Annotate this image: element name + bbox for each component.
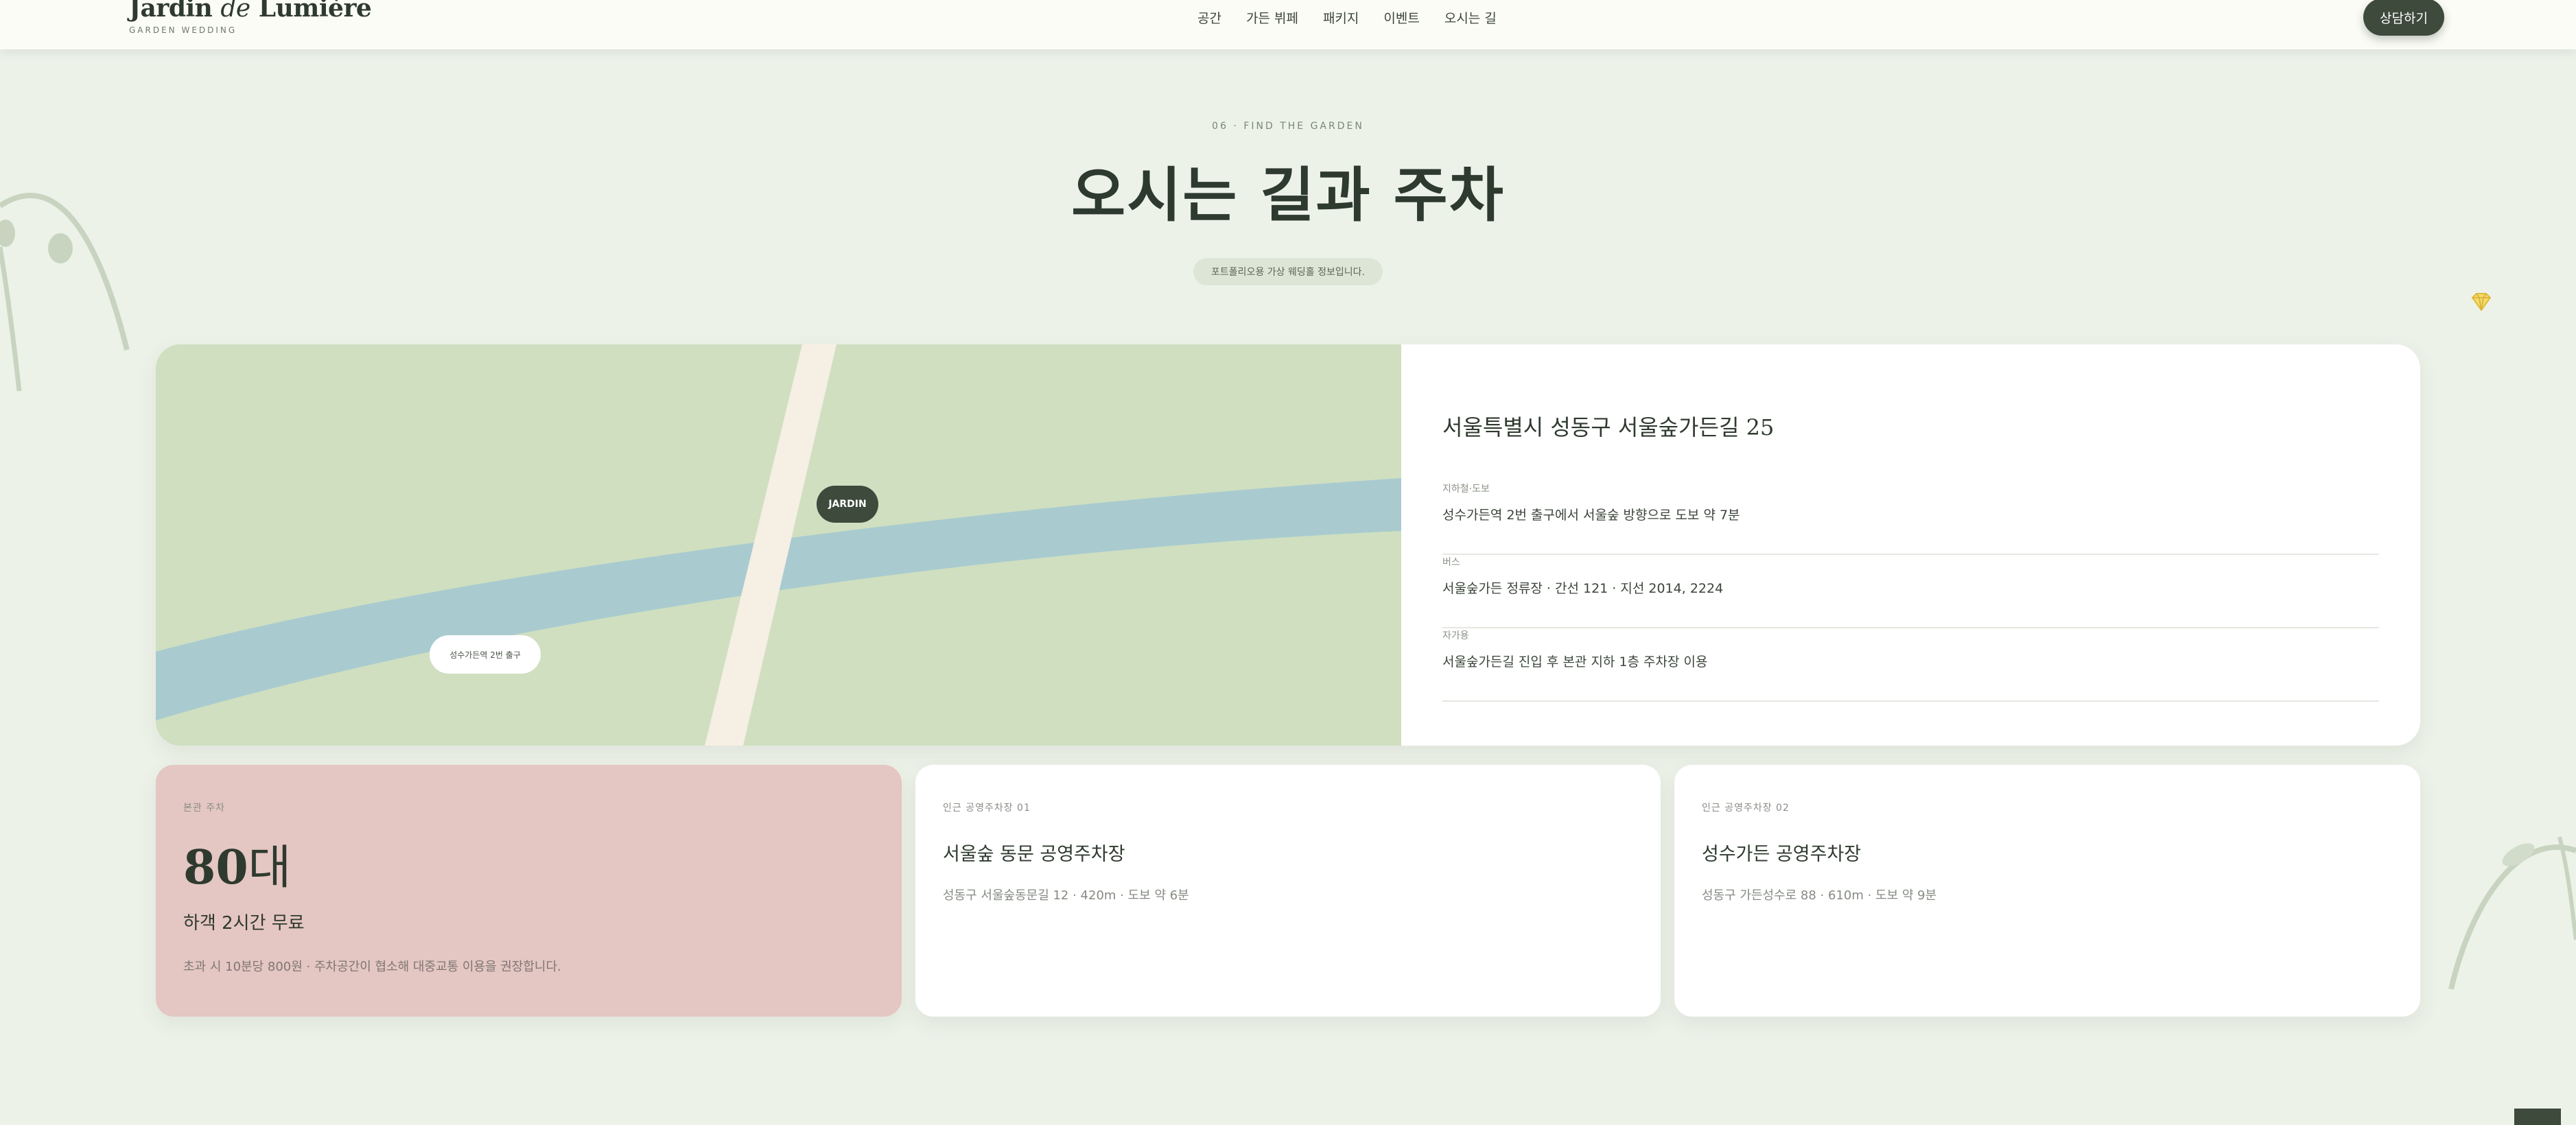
brand-subtitle: GARDEN WEDDING (129, 25, 237, 35)
nearby-parking-card: 인근 공영주차장 02 성수가든 공영주차장 성동구 가든성수로 88 · 61… (1674, 765, 2420, 1017)
venue-address: 서울특별시 성동구 서울숲가든길 25 (1442, 414, 1775, 440)
parking-note: 초과 시 10분당 800원 · 주차공간이 협소해 대중교통 이용을 권장합니… (183, 960, 561, 974)
parking-name: 성수가든 공영주차장 (1702, 844, 1862, 865)
route-label: 자가용 (1442, 630, 1469, 641)
parking-free-time: 하객 2시간 무료 (183, 913, 305, 934)
site-header: Jardin de Lumière GARDEN WEDDING 공간 가든 뷔… (0, 0, 2576, 49)
parking-name: 서울숲 동문 공영주차장 (943, 844, 1125, 865)
nav-item-directions[interactable]: 오시는 길 (1444, 10, 1497, 27)
route-label: 지하철·도보 (1442, 484, 1490, 495)
parking-kicker: 본관 주차 (183, 803, 225, 814)
scroll-to-top-button[interactable] (2514, 1109, 2561, 1125)
portfolio-notice-badge: 포트폴리오용 가상 웨딩홀 정보입니다. (1193, 258, 1383, 285)
station-map-label: 성수가든역 2번 출구 (430, 635, 541, 674)
route-bus: 버스 서울숲가든 정류장 · 간선 121 · 지선 2014, 2224 (1442, 555, 2379, 628)
map-view[interactable]: JARDIN 성수가든역 2번 출구 (156, 344, 1401, 746)
route-label: 버스 (1442, 557, 1460, 568)
directions-info: 서울특별시 성동구 서울숲가든길 25 지하철·도보 성수가든역 2번 출구에서… (1442, 344, 2379, 746)
nav-item-events[interactable]: 이벤트 (1383, 10, 1419, 27)
route-description: 서울숲가든길 진입 후 본관 지하 1층 주차장 이용 (1442, 654, 1708, 670)
nearby-parking-card: 인근 공영주차장 01 서울숲 동문 공영주차장 성동구 서울숲동문길 12 ·… (915, 765, 1661, 1017)
route-description: 서울숲가든 정류장 · 간선 121 · 지선 2014, 2224 (1442, 581, 1724, 596)
parking-kicker: 인근 공영주차장 02 (1702, 803, 1790, 814)
brand-name-tail: Lumière (250, 0, 372, 23)
brand-name-main: Jardin (129, 0, 221, 23)
brand-name-italic: de (220, 0, 250, 23)
section-kicker: 06 · FIND THE GARDEN (1212, 121, 1364, 132)
route-car: 자가용 서울숲가든길 진입 후 본관 지하 1층 주차장 이용 (1442, 628, 2379, 702)
parking-capacity: 80대 (183, 829, 291, 897)
consult-button[interactable]: 상담하기 (2363, 0, 2444, 36)
parking-meta: 성동구 서울숲동문길 12 · 420m · 도보 약 6분 (943, 888, 1189, 903)
nav-item-space[interactable]: 공간 (1197, 10, 1221, 27)
nav-item-garden-buffet[interactable]: 가든 뷔페 (1246, 10, 1298, 27)
parking-count: 80 (183, 840, 248, 895)
own-parking-card: 본관 주차 80대 하객 2시간 무료 초과 시 10분당 800원 · 주차공… (156, 765, 902, 1017)
page-title: 오시는 길과 주차 (1071, 161, 1505, 230)
venue-map-pin[interactable]: JARDIN (817, 486, 878, 523)
parking-unit: 대 (248, 841, 292, 895)
location-card: JARDIN 성수가든역 2번 출구 서울특별시 성동구 서울숲가든길 25 지… (156, 344, 2420, 746)
map-graphic (156, 344, 1401, 746)
nav-item-packages[interactable]: 패키지 (1323, 10, 1359, 27)
route-subway: 지하철·도보 성수가든역 2번 출구에서 서울숲 방향으로 도보 약 7분 (1442, 482, 2379, 555)
parking-meta: 성동구 가든성수로 88 · 610m · 도보 약 9분 (1702, 888, 1937, 903)
brand-logo[interactable]: Jardin de Lumière GARDEN WEDDING (129, 0, 372, 35)
leaf-decoration-right-icon (2448, 836, 2576, 990)
gem-sparkle-icon (2471, 293, 2492, 311)
route-description: 성수가든역 2번 출구에서 서울숲 방향으로 도보 약 7분 (1442, 508, 1740, 523)
brand-name: Jardin de Lumière (129, 0, 372, 23)
main-nav: 공간 가든 뷔페 패키지 이벤트 오시는 길 (1197, 10, 1521, 27)
parking-kicker: 인근 공영주차장 01 (943, 803, 1031, 814)
